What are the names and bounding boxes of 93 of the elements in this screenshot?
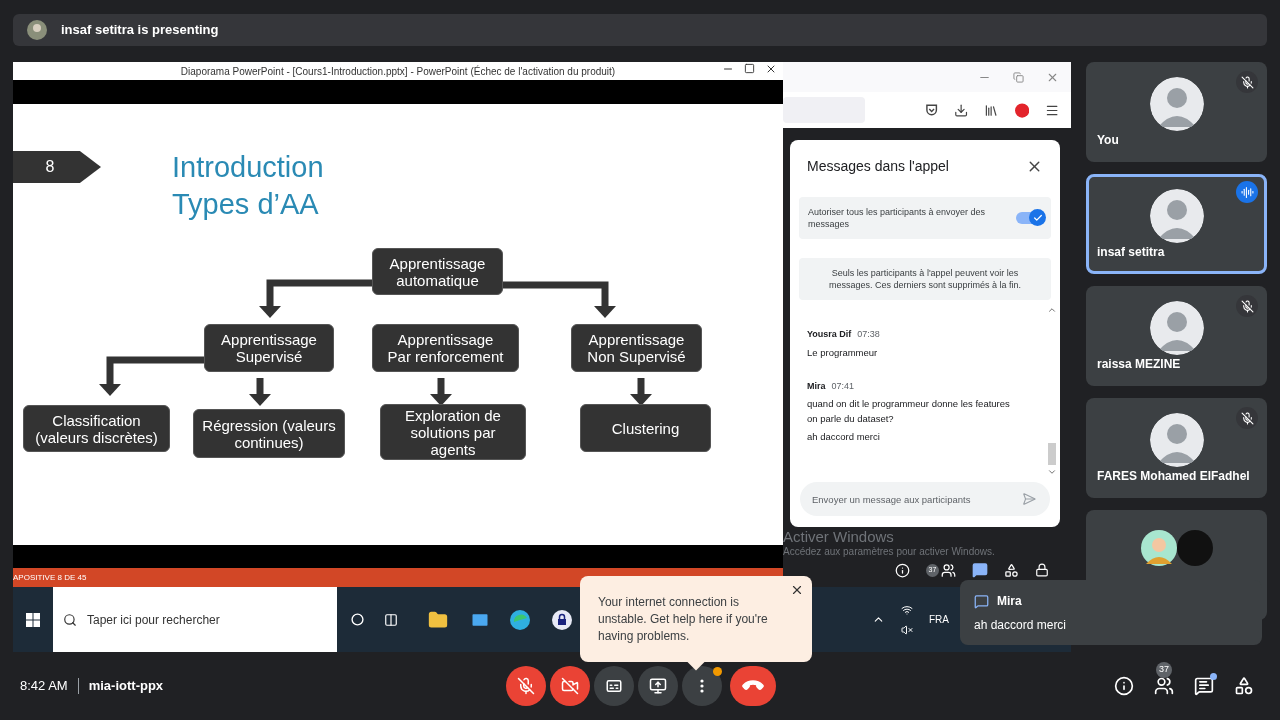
people-icon[interactable]: [1154, 676, 1174, 696]
library-icon[interactable]: [984, 102, 999, 118]
message-text: ah daccord merci: [807, 430, 881, 444]
chat-icon: [974, 593, 989, 609]
browser-icon[interactable]: [510, 609, 530, 630]
slide-title: Introduction: [172, 150, 324, 185]
task-view-icon[interactable]: [384, 612, 398, 627]
activities-icon[interactable]: [1004, 562, 1019, 578]
message-notification[interactable]: Mira ah daccord merci: [960, 580, 1262, 645]
language-indicator[interactable]: FRA: [929, 612, 949, 627]
more-icon: [700, 679, 704, 693]
sender-name: Mira: [807, 379, 826, 393]
activities-icon[interactable]: [1234, 676, 1254, 696]
folder-icon[interactable]: [428, 609, 448, 630]
more-options-button[interactable]: [682, 666, 722, 706]
diagram-node: Apprentissage Non Supervisé: [571, 324, 702, 372]
search-input[interactable]: Taper ici pour rechercher: [87, 610, 327, 629]
diagram-node: Apprentissage automatique: [372, 248, 503, 295]
people-icon[interactable]: [941, 562, 956, 578]
participant-count-badge: 37: [1156, 662, 1172, 678]
diagram-node: Classification (valeurs discrètes): [23, 405, 170, 452]
participant-name: FARES Mohamed ElFadhel: [1097, 468, 1250, 485]
lock-app-icon[interactable]: [552, 609, 572, 630]
participant-name: You: [1097, 132, 1119, 149]
slide-number-tag: 8: [13, 151, 101, 183]
check-icon: [1032, 212, 1043, 223]
chat-icon[interactable]: [972, 562, 988, 578]
watermark-text: Accédez aux paramètres pour activer Windows.: [783, 545, 995, 558]
cortana-icon[interactable]: [351, 613, 364, 626]
lock-icon[interactable]: [1035, 563, 1049, 577]
captions-icon: [605, 677, 623, 695]
leave-call-button[interactable]: [730, 666, 776, 706]
message-text: Le programmeur: [807, 345, 879, 360]
microphone-button[interactable]: [506, 666, 546, 706]
scrollbar-thumb[interactable]: [1048, 443, 1056, 465]
participant-tile[interactable]: FARES Mohamed ElFadhel: [1086, 398, 1267, 498]
chat-title: Messages dans l'appel: [807, 157, 949, 176]
avatar: [27, 20, 47, 40]
speaking-icon: [1236, 181, 1258, 203]
message-text: quand on dit le programmeur donne les features on parle du dataset?: [807, 397, 1011, 426]
clock-time: 8:42 AM: [20, 677, 68, 696]
wifi-icon[interactable]: [901, 603, 913, 616]
close-icon[interactable]: [790, 583, 804, 597]
camera-off-icon: [561, 677, 579, 695]
notification-text: ah daccord merci: [974, 617, 1068, 634]
pocket-icon[interactable]: [924, 103, 938, 117]
slide-title: Types d’AA: [172, 187, 320, 222]
participant-tile[interactable]: insaf setitra: [1086, 174, 1267, 274]
close-icon[interactable]: [765, 63, 777, 75]
address-field[interactable]: [783, 97, 865, 123]
meeting-code: mia-iott-ppx: [88, 677, 164, 696]
diagram-node: Clustering: [580, 404, 711, 452]
avatar: [1149, 301, 1204, 355]
message-input[interactable]: Envoyer un message aux participants: [800, 482, 1050, 516]
info-icon[interactable]: [1114, 676, 1134, 696]
sender-name: Yousra Dif: [807, 328, 852, 341]
download-icon[interactable]: [954, 102, 969, 118]
setting-label: Autoriser tous les participants à envoyer des messages: [808, 206, 987, 230]
taskbar-search-field[interactable]: Taper ici pour rechercher: [53, 587, 337, 652]
windows-icon[interactable]: [26, 612, 40, 627]
participant-name: raissa MEZINE: [1097, 356, 1181, 373]
participant-tile[interactable]: raissa MEZINE: [1086, 286, 1267, 386]
search-icon: [63, 612, 77, 627]
message-time: 07:38: [857, 328, 880, 341]
participant-tile[interactable]: You: [1086, 62, 1267, 162]
diagram-node: Exploration de solutions par agents: [380, 404, 526, 460]
diagram-node: Apprentissage Supervisé: [204, 324, 334, 372]
volume-muted-icon[interactable]: [901, 623, 913, 636]
presenting-text: insaf setitra is presenting: [61, 21, 219, 40]
sender-name: Mira: [997, 593, 1022, 610]
window-title: Diaporama PowerPoint - [Cours1-Introduction.pptx] - PowerPoint (Échec de l'activation du produit): [180, 64, 616, 79]
diagram-node: Régression (valeurs continues): [193, 409, 345, 458]
avatar: [1149, 413, 1204, 467]
camera-button[interactable]: [550, 666, 590, 706]
present-button[interactable]: [638, 666, 678, 706]
avatar: [1149, 77, 1204, 131]
maximize-icon[interactable]: [744, 63, 755, 74]
present-screen-icon: [649, 677, 667, 695]
message-time: 07:41: [831, 379, 855, 393]
mic-off-icon: [517, 677, 535, 695]
toast-text[interactable]: Your internet connection is unstable. Get help here if you're having problems.: [598, 594, 782, 645]
scroll-up-icon[interactable]: [1047, 305, 1057, 315]
slide-counter: APOSITIVE 8 DE 45: [13, 571, 87, 584]
notice-text: Seuls les participants à l'appel peuvent voir les messages. Ces derniers sont supprimés à la fin.: [827, 267, 1023, 291]
diagram-node: Apprentissage Par renforcement: [372, 324, 519, 372]
avatar: [1140, 530, 1177, 566]
participant-name: insaf setitra: [1097, 244, 1165, 261]
captions-button[interactable]: [594, 666, 634, 706]
info-icon[interactable]: [895, 562, 910, 578]
watermark-title: Activer Windows: [783, 528, 894, 545]
scroll-down-icon[interactable]: [1047, 467, 1057, 477]
avatar: [1149, 189, 1204, 243]
avatar: [1176, 530, 1213, 566]
